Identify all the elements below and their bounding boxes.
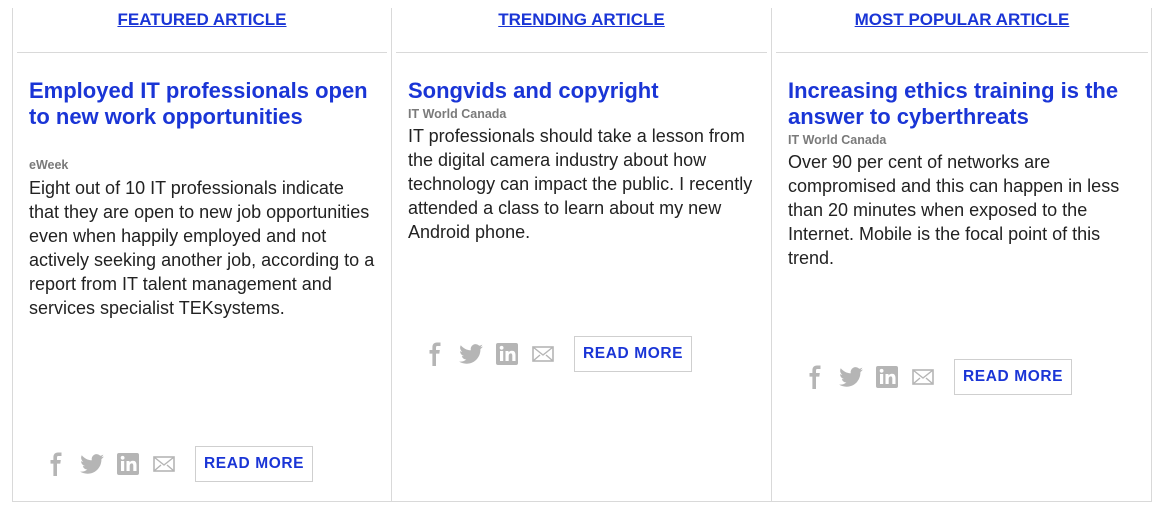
facebook-icon[interactable] [802,364,828,390]
article-actions: READ MORE [422,334,693,374]
email-icon[interactable] [530,341,556,367]
email-icon[interactable] [910,364,936,390]
article-source: eWeek [29,158,69,172]
article-actions: READ MORE [802,357,1073,397]
linkedin-icon[interactable] [494,341,520,367]
article-actions: READ MORE [43,444,314,484]
article-summary: Eight out of 10 IT professionals indicat… [29,178,375,318]
twitter-icon[interactable] [458,341,484,367]
article-summary: IT professionals should take a lesson fr… [408,126,753,242]
article-source: IT World Canada [788,133,887,147]
trending-article-heading[interactable]: TRENDING ARTICLE [392,10,771,30]
facebook-icon[interactable] [43,451,69,477]
article-title[interactable]: Employed IT professionals open to new wo… [29,78,381,130]
heading-divider [776,52,1148,53]
read-more-button[interactable]: READ MORE [954,359,1073,395]
heading-divider [17,52,387,53]
email-icon[interactable] [151,451,177,477]
facebook-icon[interactable] [422,341,448,367]
read-more-button[interactable]: READ MORE [195,446,314,482]
trending-article-column: TRENDING ARTICLE Songvids and copyright … [391,8,771,502]
article-grid: FEATURED ARTICLE Employed IT professiona… [12,8,1152,502]
most-popular-article-heading[interactable]: MOST POPULAR ARTICLE [772,10,1152,30]
article-summary: Over 90 per cent of networks are comprom… [788,152,1120,268]
featured-article-column: FEATURED ARTICLE Employed IT professiona… [13,8,391,502]
most-popular-article-column: MOST POPULAR ARTICLE Increasing ethics t… [771,8,1152,502]
article-source: IT World Canada [408,107,507,121]
linkedin-icon[interactable] [115,451,141,477]
read-more-button[interactable]: READ MORE [574,336,693,372]
twitter-icon[interactable] [79,451,105,477]
article-title[interactable]: Songvids and copyright [408,78,761,104]
twitter-icon[interactable] [838,364,864,390]
linkedin-icon[interactable] [874,364,900,390]
heading-divider [396,52,767,53]
article-title[interactable]: Increasing ethics training is the answer… [788,78,1142,130]
featured-article-heading[interactable]: FEATURED ARTICLE [13,10,391,30]
